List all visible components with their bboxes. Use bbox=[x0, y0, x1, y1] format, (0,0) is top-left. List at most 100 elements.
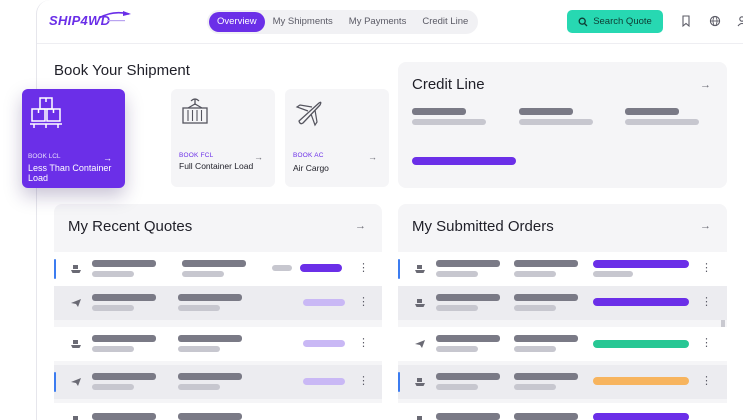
cell-placeholder bbox=[436, 413, 500, 420]
status-pill bbox=[593, 298, 689, 306]
table-row[interactable]: ⋮ bbox=[54, 365, 382, 399]
airplane-icon bbox=[71, 378, 81, 386]
credit-placeholder bbox=[519, 108, 573, 115]
more-options-icon[interactable]: ⋮ bbox=[701, 374, 712, 388]
status-pill bbox=[593, 340, 689, 348]
cell-placeholder bbox=[178, 413, 242, 420]
table-row[interactable]: ⋮ bbox=[54, 286, 382, 320]
search-quote-button[interactable]: Search Quote bbox=[567, 10, 663, 33]
status-pill bbox=[300, 264, 342, 272]
credit-line-card[interactable]: Credit Line → bbox=[398, 62, 727, 188]
tab-my-payments[interactable]: My Payments bbox=[341, 12, 415, 32]
more-options-icon[interactable]: ⋮ bbox=[358, 261, 369, 275]
cell-placeholder bbox=[178, 346, 220, 352]
arrow-right-icon[interactable]: → bbox=[355, 220, 366, 232]
row-marker bbox=[398, 259, 400, 279]
credit-placeholder bbox=[625, 108, 679, 115]
table-row[interactable] bbox=[398, 403, 727, 420]
more-options-icon[interactable]: ⋮ bbox=[701, 261, 712, 275]
book-fcl-kind: BOOK FCL bbox=[179, 152, 214, 159]
cell-placeholder bbox=[514, 305, 556, 311]
book-lcl-kind: BOOK LCL bbox=[28, 153, 61, 160]
search-quote-label: Search Quote bbox=[593, 16, 652, 27]
more-options-icon[interactable]: ⋮ bbox=[358, 374, 369, 388]
arrow-right-icon[interactable]: → bbox=[700, 79, 711, 91]
container-icon bbox=[182, 98, 208, 124]
cell-placeholder bbox=[436, 346, 478, 352]
status-pill bbox=[303, 378, 345, 385]
more-options-icon[interactable]: ⋮ bbox=[358, 336, 369, 350]
cell-placeholder bbox=[514, 335, 578, 342]
cell-placeholder bbox=[92, 373, 156, 380]
main-nav: Overview My Shipments My Payments Credit… bbox=[207, 10, 479, 34]
cell-placeholder bbox=[178, 335, 242, 342]
airplane-icon bbox=[415, 340, 425, 348]
search-icon bbox=[578, 17, 588, 26]
tab-credit-line[interactable]: Credit Line bbox=[414, 12, 476, 32]
status-pill bbox=[593, 260, 689, 268]
table-row[interactable]: ⋮ bbox=[54, 252, 382, 286]
ship-icon bbox=[71, 265, 81, 273]
cell-placeholder bbox=[436, 294, 500, 301]
book-ac-kind: BOOK AC bbox=[293, 152, 324, 159]
recent-quotes-title: My Recent Quotes bbox=[68, 218, 193, 235]
credit-placeholder bbox=[519, 119, 593, 125]
table-row[interactable]: ⋮ bbox=[398, 365, 727, 399]
cell-placeholder bbox=[514, 413, 578, 420]
table-row[interactable]: ⋮ bbox=[398, 252, 727, 286]
cell-placeholder bbox=[92, 335, 156, 342]
table-row[interactable]: ⋮ bbox=[398, 286, 727, 320]
airplane-icon bbox=[71, 299, 81, 307]
credit-placeholder bbox=[412, 108, 466, 115]
cell-placeholder bbox=[178, 294, 242, 301]
cell-placeholder bbox=[514, 294, 578, 301]
arrow-right-icon: → bbox=[254, 152, 263, 162]
more-options-icon[interactable]: ⋮ bbox=[701, 295, 712, 309]
ship-icon bbox=[73, 416, 78, 420]
ship-icon bbox=[71, 340, 81, 348]
cell-placeholder bbox=[436, 384, 478, 390]
cell-placeholder bbox=[514, 373, 578, 380]
credit-placeholder bbox=[412, 119, 486, 125]
cell-placeholder bbox=[514, 271, 556, 277]
globe-icon[interactable] bbox=[708, 14, 722, 28]
credit-line-title: Credit Line bbox=[412, 76, 485, 93]
status-pill bbox=[593, 413, 689, 420]
submitted-orders-title: My Submitted Orders bbox=[412, 218, 554, 235]
book-fcl-name: Full Container Load bbox=[179, 161, 254, 171]
arrow-right-icon: → bbox=[368, 152, 377, 162]
cell-placeholder bbox=[514, 346, 556, 352]
book-fcl-card[interactable]: BOOK FCL Full Container Load → bbox=[171, 89, 275, 187]
tab-overview[interactable]: Overview bbox=[209, 12, 265, 32]
top-header: SHIP4WD Overview My Shipments My Payment… bbox=[37, 0, 743, 44]
arrow-right-icon[interactable]: → bbox=[700, 220, 711, 232]
tab-my-shipments[interactable]: My Shipments bbox=[265, 12, 341, 32]
book-ac-name: Air Cargo bbox=[293, 163, 329, 173]
ship-icon bbox=[415, 299, 425, 307]
ship-icon bbox=[415, 378, 425, 386]
credit-placeholder bbox=[625, 119, 699, 125]
book-ac-card[interactable]: BOOK AC Air Cargo → bbox=[285, 89, 389, 187]
row-marker bbox=[54, 259, 56, 279]
cell-placeholder bbox=[436, 335, 500, 342]
book-lcl-card[interactable]: BOOK LCL Less Than Container Load → bbox=[22, 89, 125, 188]
cell-placeholder bbox=[178, 384, 220, 390]
user-icon[interactable] bbox=[735, 14, 743, 28]
more-options-icon[interactable]: ⋮ bbox=[358, 295, 369, 309]
status-pill bbox=[303, 340, 345, 347]
cell-placeholder bbox=[92, 260, 156, 267]
table-row[interactable]: ⋮ bbox=[54, 327, 382, 361]
cell-placeholder bbox=[178, 373, 242, 380]
table-row[interactable]: ⋮ bbox=[398, 327, 727, 361]
ship-icon bbox=[417, 416, 422, 420]
cell-placeholder bbox=[178, 305, 220, 311]
boxes-icon bbox=[30, 97, 62, 128]
recent-quotes-panel: My Recent Quotes → ⋮ ⋮ ⋮ ⋮ bbox=[54, 204, 382, 420]
cell-placeholder bbox=[272, 265, 292, 271]
row-marker bbox=[54, 372, 56, 392]
table-row[interactable] bbox=[54, 403, 382, 420]
cell-placeholder bbox=[514, 384, 556, 390]
more-options-icon[interactable]: ⋮ bbox=[701, 336, 712, 350]
cell-placeholder bbox=[182, 271, 224, 277]
bookmark-icon[interactable] bbox=[679, 14, 693, 28]
